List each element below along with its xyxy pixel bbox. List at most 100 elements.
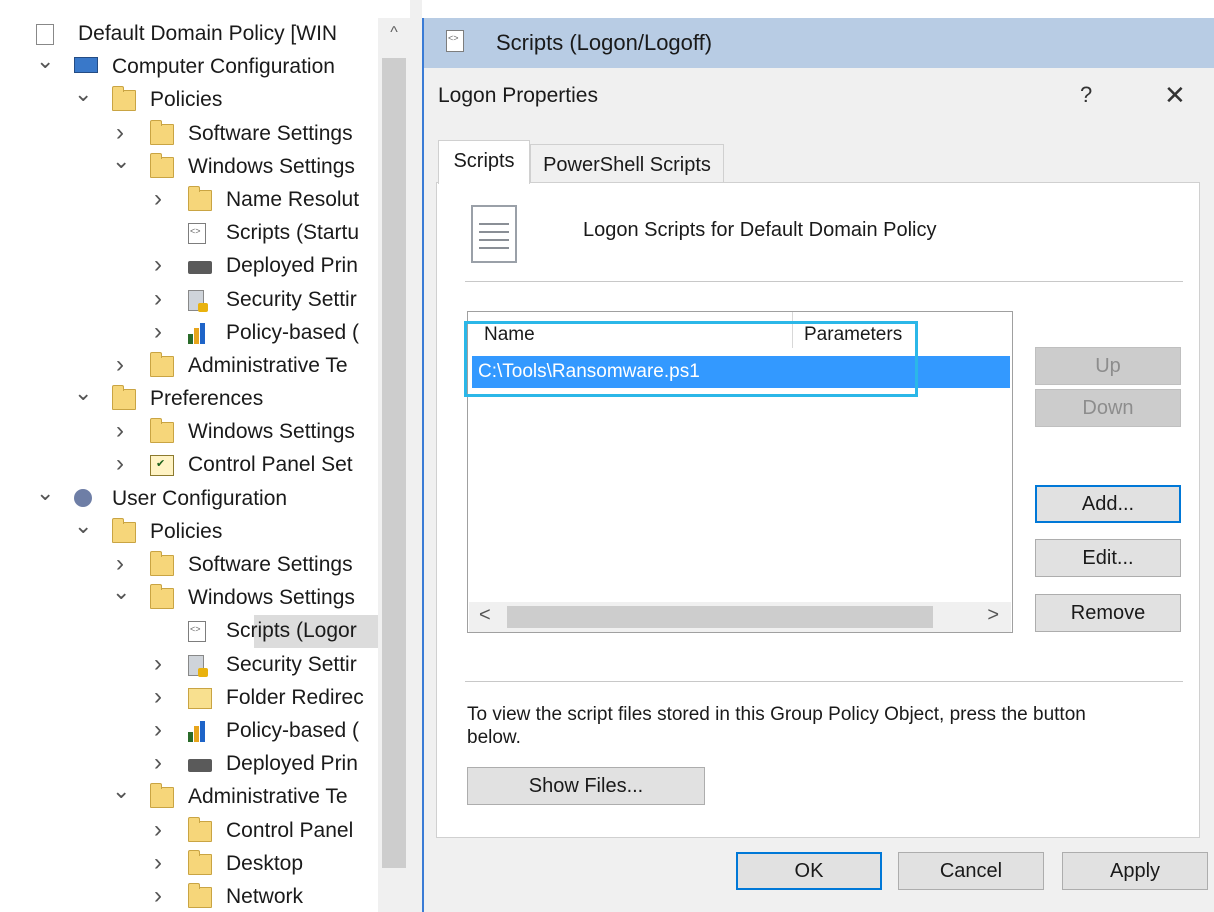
folder-icon [188,185,212,211]
chevron-right-icon[interactable]: › [112,552,128,576]
chevron-down-icon[interactable]: ⌄ [74,383,92,404]
tree-item[interactable]: › Security Settir [0,649,380,682]
tree-item[interactable]: Scripts (Startu [0,217,380,250]
tree-item-label: Software Settings [188,553,353,576]
navigation-tree: Default Domain Policy [WIN ⌄ Computer Conf… [0,0,410,912]
chevron-right-icon[interactable]: › [150,684,166,708]
tree-item[interactable]: ⌄ Computer Configuration [0,51,380,84]
tree-scrollbar[interactable]: ^ [378,18,410,912]
tree-item[interactable]: ⌄ Windows Settings [0,582,380,615]
horizontal-scrollbar[interactable]: < > [469,602,1011,632]
chevron-right-icon[interactable]: › [150,717,166,741]
scroll-left-icon[interactable]: < [479,604,491,627]
tree-item[interactable]: ⌄ User Configuration [0,483,380,516]
folder-icon [112,517,136,543]
apply-button[interactable]: Apply [1062,852,1208,890]
policy-document-icon [36,24,54,45]
show-files-button[interactable]: Show Files... [467,767,705,805]
tree-item[interactable]: › Control Panel Set [0,449,380,482]
tree-item[interactable]: › Desktop [0,848,380,881]
horizontal-scroll-thumb[interactable] [507,606,933,628]
control-panel-icon [150,455,174,477]
ok-button[interactable]: OK [736,852,882,890]
chevron-right-icon[interactable]: › [150,651,166,675]
tree-item[interactable]: › Network [0,881,380,912]
scripts-heading: Logon Scripts for Default Domain Policy [583,219,937,241]
show-files-note: To view the script files stored in this … [467,704,1086,748]
folder-icon [150,551,174,576]
down-button[interactable]: Down [1035,389,1181,427]
tree-item[interactable]: Default Domain Policy [WIN [0,18,380,51]
scroll-right-icon[interactable]: > [987,604,999,627]
remove-button[interactable]: Remove [1035,594,1181,632]
tree-item-label: Windows Settings [188,154,355,178]
cancel-button[interactable]: Cancel [898,852,1044,890]
separator [465,681,1183,682]
chevron-right-icon[interactable]: › [112,452,128,476]
chevron-right-icon[interactable]: › [150,817,166,841]
folder-icon [188,882,212,908]
chevron-down-icon[interactable]: ⌄ [36,51,54,72]
tree-scroll-thumb[interactable] [382,58,406,868]
tree-item-label: User Configuration [112,486,288,510]
tab-scripts[interactable]: Scripts [438,140,530,184]
tree-item[interactable]: › Deployed Prin [0,250,380,283]
chevron-down-icon[interactable]: ⌄ [112,582,130,603]
computer-icon [74,57,98,74]
chevron-right-icon[interactable]: › [112,352,128,376]
chevron-right-icon[interactable]: › [150,286,166,310]
tree-item[interactable]: › Policy-based ( [0,317,380,350]
tree-item[interactable]: Scripts (Logor [0,615,380,649]
pane-divider[interactable] [410,0,422,912]
tree-item-label: Security Settir [226,652,357,676]
tree-item-label: Scripts (Logor [226,619,357,643]
tree-item[interactable]: ⌄ Policies [0,84,380,117]
printer-icon [188,261,212,275]
close-icon[interactable]: ✕ [1164,80,1186,111]
chevron-right-icon[interactable]: › [150,883,166,907]
tree-item[interactable]: › Windows Settings [0,416,380,449]
tree-item[interactable]: › Software Settings [0,118,380,151]
tree-item-label: Network [226,884,304,908]
up-button[interactable]: Up [1035,347,1181,385]
chevron-right-icon[interactable]: › [112,120,128,144]
edit-button[interactable]: Edit... [1035,539,1181,577]
chevron-down-icon[interactable]: ⌄ [74,516,92,537]
chevron-down-icon[interactable]: ⌄ [112,151,130,172]
tree-item[interactable]: › Name Resolut [0,184,380,217]
tree-item[interactable]: ⌄ Policies [0,516,380,549]
tree-item[interactable]: ⌄ Windows Settings [0,151,380,184]
chevron-right-icon[interactable]: › [150,186,166,210]
help-button[interactable]: ? [1080,82,1092,108]
tree-item[interactable]: › Control Panel [0,815,380,848]
tree-item[interactable]: › Security Settir [0,284,380,317]
tree-item[interactable]: › Software Settings [0,549,380,582]
security-icon [188,654,208,677]
chevron-down-icon[interactable]: ⌄ [112,781,130,802]
tree-item-label: Policies [150,519,223,543]
tree-item[interactable]: › Administrative Te [0,350,380,383]
chevron-right-icon[interactable]: › [150,253,166,277]
script-document-icon [471,205,517,263]
add-button[interactable]: Add... [1035,485,1181,523]
chevron-right-icon[interactable]: › [150,850,166,874]
folder-redirect-icon [188,687,212,709]
tree-item[interactable]: › Deployed Prin [0,748,380,781]
tree-item-label: Policy-based ( [226,320,360,344]
scroll-up-arrow-icon[interactable]: ^ [378,18,410,48]
script-icon [446,30,464,52]
tree-item[interactable]: › Policy-based ( [0,715,380,748]
tree-item[interactable]: ⌄ Administrative Te [0,781,380,814]
chevron-right-icon[interactable]: › [150,751,166,775]
chevron-right-icon[interactable]: › [112,419,128,443]
script-icon [188,223,206,245]
chevron-down-icon[interactable]: ⌄ [36,483,54,504]
tree-item[interactable]: › Folder Redirec [0,682,380,715]
tree-item-label: Security Settir [226,287,357,311]
tree-list: Default Domain Policy [WIN ⌄ Computer Conf… [0,18,380,912]
tree-item-label: Default Domain Policy [WIN [78,22,338,45]
tab-powershell-scripts[interactable]: PowerShell Scripts [530,144,724,184]
tree-item[interactable]: ⌄ Preferences [0,383,380,416]
chevron-right-icon[interactable]: › [150,319,166,343]
chevron-down-icon[interactable]: ⌄ [74,84,92,105]
